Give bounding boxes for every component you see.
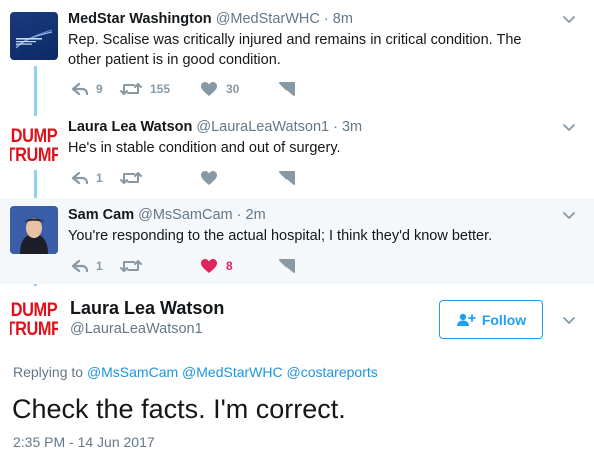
- avatar[interactable]: [10, 206, 58, 254]
- chevron-down-icon[interactable]: [562, 208, 576, 222]
- tweet-text: Rep. Scalise was critically injured and …: [68, 32, 522, 68]
- direct-message-button[interactable]: [278, 258, 296, 274]
- tweet[interactable]: DUMP TRUMP Laura Lea Watson @LauraLeaWat…: [0, 110, 594, 198]
- main-user-handle[interactable]: @LauraLeaWatson1: [70, 321, 203, 337]
- main-display-name[interactable]: Laura Lea Watson: [70, 298, 224, 319]
- tweet-actions: 1 8: [70, 256, 296, 276]
- user-handle[interactable]: @MsSamCam: [138, 207, 232, 223]
- like-count: 8: [226, 259, 233, 273]
- main-timestamp[interactable]: 2:35 PM - 14 Jun 2017: [13, 434, 155, 450]
- like-button[interactable]: 8: [200, 258, 278, 274]
- display-name[interactable]: Laura Lea Watson: [68, 119, 192, 135]
- retweet-count: 155: [150, 82, 171, 96]
- avatar-logo-text: DUMP: [10, 300, 58, 321]
- tweet[interactable]: Sam Cam @MsSamCam · 2m You're responding…: [0, 198, 594, 284]
- like-button[interactable]: 30: [200, 81, 278, 97]
- user-handle[interactable]: @LauraLeaWatson1: [196, 119, 329, 135]
- avatar[interactable]: DUMP TRUMP: [10, 122, 58, 170]
- heart-icon: [201, 82, 217, 96]
- display-name[interactable]: MedStar Washington: [68, 11, 212, 27]
- avatar[interactable]: [10, 12, 58, 60]
- direct-message-icon: [279, 82, 295, 96]
- reply-mention-link[interactable]: @MsSamCam: [87, 364, 178, 380]
- reply-mention-link[interactable]: @costareports: [287, 364, 378, 380]
- timestamp[interactable]: 2m: [246, 207, 266, 223]
- tweet[interactable]: MedStar Washington @MedStarWHC · 8m Rep.…: [0, 0, 594, 110]
- direct-message-button[interactable]: [278, 81, 296, 97]
- retweet-button[interactable]: [120, 258, 200, 274]
- reply-icon: [71, 171, 89, 185]
- reply-button[interactable]: 1: [70, 170, 120, 186]
- tweet-header: Sam Cam @MsSamCam · 2m: [68, 206, 558, 224]
- avatar-logo-text: TRUMP: [10, 145, 58, 166]
- reply-button[interactable]: 1: [70, 258, 120, 274]
- retweet-button[interactable]: [120, 170, 200, 186]
- chevron-down-icon[interactable]: [562, 12, 576, 26]
- reply-icon: [71, 82, 89, 96]
- add-user-icon: [456, 313, 476, 326]
- medstar-logo-icon: [15, 29, 53, 49]
- avatar-logo-text: DUMP: [10, 126, 58, 147]
- reply-icon: [71, 259, 89, 273]
- display-name[interactable]: Sam Cam: [68, 207, 134, 223]
- reply-count: 1: [96, 259, 103, 273]
- user-photo-icon: [10, 206, 58, 254]
- direct-message-button[interactable]: [278, 170, 296, 186]
- retweet-button[interactable]: 155: [120, 81, 200, 97]
- heart-icon: [201, 171, 217, 185]
- heart-icon: [201, 259, 217, 273]
- retweet-icon: [120, 83, 142, 95]
- separator-dot: ·: [323, 11, 329, 27]
- replying-prefix: Replying to: [13, 364, 84, 380]
- timestamp[interactable]: 8m: [333, 11, 353, 27]
- timestamp[interactable]: 3m: [342, 119, 362, 135]
- direct-message-icon: [279, 171, 295, 185]
- reply-mention-link[interactable]: @MedStarWHC: [182, 364, 283, 380]
- direct-message-icon: [279, 259, 295, 273]
- tweet-header: MedStar Washington @MedStarWHC · 8m: [68, 10, 558, 28]
- retweet-icon: [120, 260, 142, 272]
- follow-label: Follow: [481, 311, 527, 328]
- chevron-down-icon[interactable]: [562, 313, 576, 327]
- reply-button[interactable]: 9: [70, 81, 120, 97]
- tweet-actions: 1: [70, 168, 296, 188]
- separator-dot: ·: [333, 119, 338, 135]
- main-tweet-text: Check the facts. I'm correct.: [12, 394, 346, 424]
- tweet-text: He's in stable condition and out of surg…: [68, 140, 341, 156]
- like-count: 30: [226, 82, 240, 96]
- tweet-actions: 9 155 30: [70, 79, 296, 99]
- like-button[interactable]: [200, 170, 278, 186]
- replying-to: Replying to @MsSamCam @MedStarWHC @costa…: [13, 364, 378, 380]
- tweet-header: Laura Lea Watson @LauraLeaWatson1 · 3m: [68, 118, 558, 136]
- separator-dot: ·: [236, 207, 242, 223]
- tweet-text: You're responding to the actual hospital…: [68, 228, 493, 244]
- reply-count: 1: [96, 171, 103, 185]
- chevron-down-icon[interactable]: [562, 120, 576, 134]
- retweet-icon: [120, 172, 142, 184]
- reply-count: 9: [96, 82, 103, 96]
- follow-button[interactable]: Follow: [439, 300, 543, 339]
- avatar[interactable]: DUMP TRUMP: [10, 296, 58, 344]
- avatar-logo-text: TRUMP: [10, 319, 58, 340]
- user-handle[interactable]: @MedStarWHC: [216, 11, 320, 27]
